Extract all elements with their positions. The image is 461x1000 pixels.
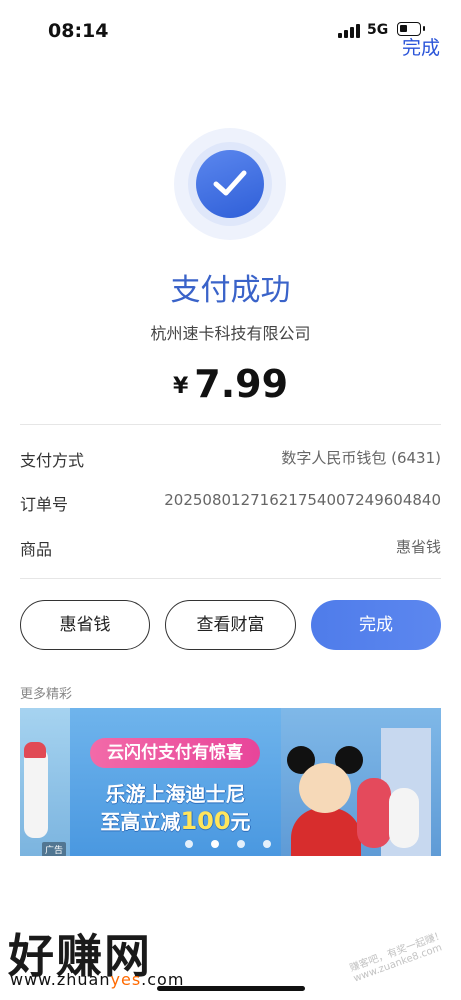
watermark-url-accent: yes bbox=[110, 970, 142, 989]
done-button[interactable]: 完成 bbox=[311, 600, 441, 650]
amount-value: 7.99 bbox=[194, 362, 289, 406]
divider bbox=[20, 578, 441, 579]
promo-line-1: 乐游上海迪士尼 bbox=[105, 782, 246, 806]
merchant-name: 杭州速卡科技有限公司 bbox=[150, 324, 311, 343]
status-bar: 08:14 5G bbox=[0, 0, 461, 60]
home-indicator[interactable] bbox=[157, 986, 305, 991]
divider bbox=[20, 424, 441, 425]
view-wealth-button[interactable]: 查看财富 bbox=[165, 600, 296, 650]
promo-pill: 云闪付支付有惊喜 bbox=[90, 738, 260, 768]
success-check-icon bbox=[174, 128, 286, 240]
watermark-url-prefix: www.zhuan bbox=[10, 970, 111, 989]
detail-row-order-number: 订单号 20250801271621754007249604840 bbox=[20, 491, 441, 521]
promo-banner[interactable]: 云闪付支付有惊喜 乐游上海迪士尼 至高立减100元 广告 bbox=[20, 708, 441, 856]
detail-value: 惠省钱 bbox=[395, 538, 441, 556]
detail-label: 商品 bbox=[20, 540, 53, 559]
banner-prev-slide bbox=[20, 708, 70, 856]
promo-line-2-prefix: 至高立减 bbox=[100, 810, 181, 834]
currency-symbol: ¥ bbox=[172, 374, 189, 399]
network-type: 5G bbox=[367, 22, 389, 38]
huishengqian-button[interactable]: 惠省钱 bbox=[20, 600, 150, 650]
payment-status-title: 支付成功 bbox=[170, 273, 291, 308]
detail-label: 支付方式 bbox=[20, 451, 85, 470]
status-time: 08:14 bbox=[48, 20, 109, 42]
more-section-label: 更多精彩 bbox=[20, 687, 73, 702]
banner-characters-image bbox=[281, 708, 441, 856]
promo-discount-number: 100 bbox=[180, 807, 231, 835]
detail-row-payment-method: 支付方式 数字人民币钱包 (6431) bbox=[20, 447, 441, 477]
detail-value: 数字人民币钱包 (6431) bbox=[281, 449, 441, 467]
carousel-indicator[interactable] bbox=[185, 833, 289, 852]
ad-badge: 广告 bbox=[42, 842, 67, 856]
payment-amount: ¥7.99 bbox=[0, 362, 461, 406]
detail-value: 20250801271621754007249604840 bbox=[164, 491, 441, 509]
detail-label: 订单号 bbox=[20, 495, 69, 514]
detail-row-product: 商品 惠省钱 bbox=[20, 536, 441, 566]
promo-line-2-suffix: 元 bbox=[230, 810, 251, 834]
signal-icon bbox=[338, 24, 360, 38]
promo-line-2: 至高立减100元 bbox=[70, 806, 281, 835]
watermark-stamp: 赚客吧，有奖一起赚！www.zuanke8.com bbox=[348, 929, 447, 985]
done-link[interactable]: 完成 bbox=[402, 33, 440, 60]
